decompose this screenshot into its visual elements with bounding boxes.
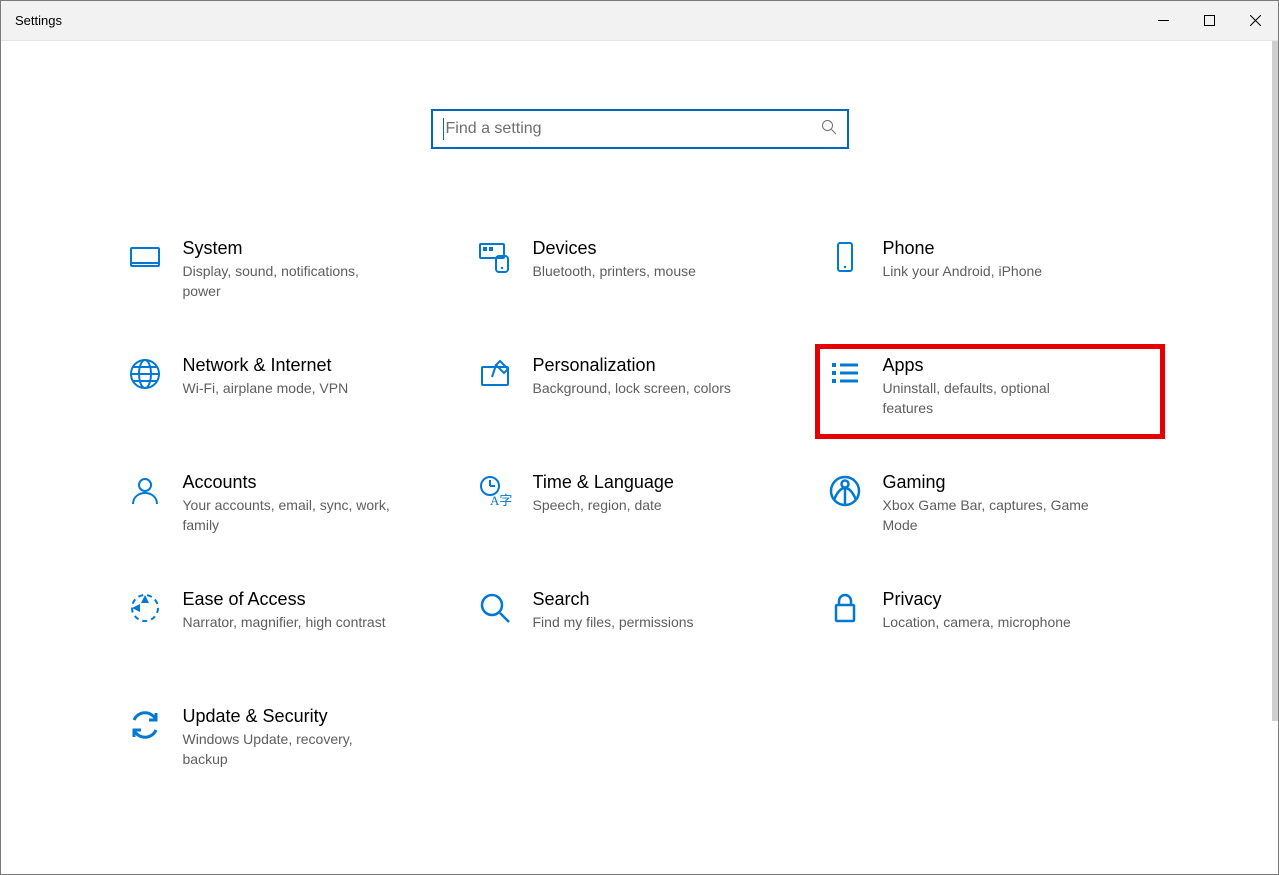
time-icon bbox=[475, 471, 515, 511]
text-caret bbox=[443, 118, 444, 140]
tile-search[interactable]: SearchFind my files, permissions bbox=[465, 578, 815, 673]
tile-text: Update & SecurityWindows Update, recover… bbox=[183, 705, 393, 770]
minimize-button[interactable] bbox=[1140, 1, 1186, 40]
tile-subtitle: Your accounts, email, sync, work, family bbox=[183, 496, 393, 535]
tile-title: Privacy bbox=[883, 588, 1071, 611]
tile-subtitle: Uninstall, defaults, optional features bbox=[883, 379, 1093, 418]
ease-icon bbox=[125, 588, 165, 628]
tile-devices[interactable]: DevicesBluetooth, printers, mouse bbox=[465, 227, 815, 322]
tile-title: Accounts bbox=[183, 471, 393, 494]
tile-personalization[interactable]: PersonalizationBackground, lock screen, … bbox=[465, 344, 815, 439]
tile-text: AppsUninstall, defaults, optional featur… bbox=[883, 354, 1093, 419]
apps-icon bbox=[825, 354, 865, 394]
tile-subtitle: Location, camera, microphone bbox=[883, 613, 1071, 633]
tile-title: Personalization bbox=[533, 354, 731, 377]
tile-title: Update & Security bbox=[183, 705, 393, 728]
tile-text: SystemDisplay, sound, notifications, pow… bbox=[183, 237, 393, 302]
tile-subtitle: Speech, region, date bbox=[533, 496, 674, 516]
tile-subtitle: Display, sound, notifications, power bbox=[183, 262, 393, 301]
devices-icon bbox=[475, 237, 515, 277]
accounts-icon bbox=[125, 471, 165, 511]
tile-system[interactable]: SystemDisplay, sound, notifications, pow… bbox=[115, 227, 465, 322]
tile-title: Gaming bbox=[883, 471, 1093, 494]
tile-title: Apps bbox=[883, 354, 1093, 377]
categories-grid: SystemDisplay, sound, notifications, pow… bbox=[115, 227, 1165, 790]
tile-text: Ease of AccessNarrator, magnifier, high … bbox=[183, 588, 386, 633]
minimize-icon bbox=[1158, 15, 1169, 26]
network-icon bbox=[125, 354, 165, 394]
tile-subtitle: Link your Android, iPhone bbox=[883, 262, 1043, 282]
tile-subtitle: Find my files, permissions bbox=[533, 613, 694, 633]
update-icon bbox=[125, 705, 165, 745]
categories-grid-container: SystemDisplay, sound, notifications, pow… bbox=[1, 227, 1278, 850]
tile-title: Ease of Access bbox=[183, 588, 386, 611]
tile-text: SearchFind my files, permissions bbox=[533, 588, 694, 633]
tile-text: Network & InternetWi-Fi, airplane mode, … bbox=[183, 354, 349, 399]
tile-text: PersonalizationBackground, lock screen, … bbox=[533, 354, 731, 399]
tile-text: AccountsYour accounts, email, sync, work… bbox=[183, 471, 393, 536]
tile-text: PhoneLink your Android, iPhone bbox=[883, 237, 1043, 282]
tile-title: Devices bbox=[533, 237, 696, 260]
tile-subtitle: Narrator, magnifier, high contrast bbox=[183, 613, 386, 633]
content-area: SystemDisplay, sound, notifications, pow… bbox=[1, 41, 1278, 874]
tile-subtitle: Xbox Game Bar, captures, Game Mode bbox=[883, 496, 1093, 535]
tile-text: DevicesBluetooth, printers, mouse bbox=[533, 237, 696, 282]
system-icon bbox=[125, 237, 165, 277]
tile-title: Search bbox=[533, 588, 694, 611]
tile-apps[interactable]: AppsUninstall, defaults, optional featur… bbox=[815, 344, 1165, 439]
phone-icon bbox=[825, 237, 865, 277]
maximize-button[interactable] bbox=[1186, 1, 1232, 40]
tile-update[interactable]: Update & SecurityWindows Update, recover… bbox=[115, 695, 465, 790]
tile-subtitle: Bluetooth, printers, mouse bbox=[533, 262, 696, 282]
close-button[interactable] bbox=[1232, 1, 1278, 40]
search-box[interactable] bbox=[431, 109, 849, 149]
window-title: Settings bbox=[15, 13, 62, 28]
tile-network[interactable]: Network & InternetWi-Fi, airplane mode, … bbox=[115, 344, 465, 439]
tile-text: PrivacyLocation, camera, microphone bbox=[883, 588, 1071, 633]
tile-subtitle: Windows Update, recovery, backup bbox=[183, 730, 393, 769]
tile-time[interactable]: Time & LanguageSpeech, region, date bbox=[465, 461, 815, 556]
search-icon bbox=[821, 119, 837, 140]
privacy-icon bbox=[825, 588, 865, 628]
tile-accounts[interactable]: AccountsYour accounts, email, sync, work… bbox=[115, 461, 465, 556]
window-controls bbox=[1140, 1, 1278, 40]
tile-title: Network & Internet bbox=[183, 354, 349, 377]
personalization-icon bbox=[475, 354, 515, 394]
close-icon bbox=[1250, 15, 1261, 26]
tile-text: GamingXbox Game Bar, captures, Game Mode bbox=[883, 471, 1093, 536]
titlebar: Settings bbox=[1, 1, 1278, 41]
tile-ease[interactable]: Ease of AccessNarrator, magnifier, high … bbox=[115, 578, 465, 673]
search-container bbox=[1, 109, 1278, 149]
tile-title: Time & Language bbox=[533, 471, 674, 494]
search-input[interactable] bbox=[446, 120, 821, 138]
tile-privacy[interactable]: PrivacyLocation, camera, microphone bbox=[815, 578, 1165, 673]
tile-text: Time & LanguageSpeech, region, date bbox=[533, 471, 674, 516]
tile-gaming[interactable]: GamingXbox Game Bar, captures, Game Mode bbox=[815, 461, 1165, 556]
tile-phone[interactable]: PhoneLink your Android, iPhone bbox=[815, 227, 1165, 322]
tile-subtitle: Wi-Fi, airplane mode, VPN bbox=[183, 379, 349, 399]
search-icon bbox=[475, 588, 515, 628]
tile-title: System bbox=[183, 237, 393, 260]
tile-subtitle: Background, lock screen, colors bbox=[533, 379, 731, 399]
tile-title: Phone bbox=[883, 237, 1043, 260]
maximize-icon bbox=[1204, 15, 1215, 26]
scrollbar[interactable] bbox=[1272, 41, 1278, 721]
gaming-icon bbox=[825, 471, 865, 511]
